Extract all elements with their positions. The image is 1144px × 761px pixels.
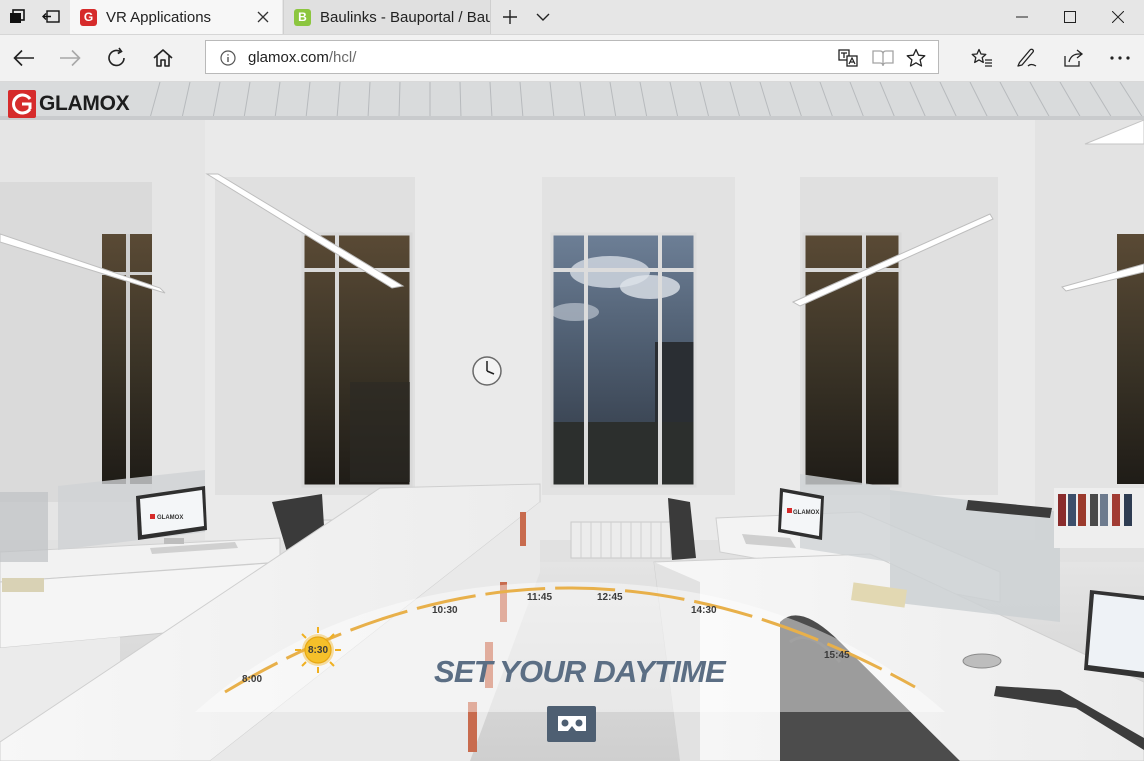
navigation-bar: glamox.com/hcl/ bbox=[0, 35, 1144, 82]
time-option-1430[interactable]: 14:30 bbox=[691, 605, 717, 616]
url-path: /hcl/ bbox=[328, 49, 357, 66]
site-info-icon[interactable] bbox=[220, 50, 236, 71]
back-arrow-icon[interactable] bbox=[2, 35, 46, 81]
vr-headset-icon bbox=[557, 716, 586, 731]
time-option-0800[interactable]: 8:00 bbox=[242, 674, 262, 685]
tab-title: VR Applications bbox=[106, 8, 212, 26]
reading-view-icon[interactable] bbox=[872, 49, 894, 72]
favorites-hub-icon[interactable] bbox=[960, 35, 1004, 81]
address-bar[interactable]: glamox.com/hcl/ bbox=[205, 40, 939, 74]
right-monitor-brand: GLAMOX bbox=[793, 510, 819, 516]
time-option-1145[interactable]: 11:45 bbox=[527, 592, 552, 603]
refresh-icon[interactable] bbox=[95, 35, 139, 81]
favorite-star-icon[interactable] bbox=[906, 48, 926, 73]
tab-manager-icon[interactable] bbox=[0, 0, 34, 34]
time-option-1030[interactable]: 10:30 bbox=[432, 605, 458, 616]
new-tab-icon[interactable] bbox=[493, 0, 527, 34]
maximize-icon[interactable] bbox=[1046, 0, 1094, 34]
minimize-icon[interactable] bbox=[998, 0, 1046, 34]
web-note-pen-icon[interactable] bbox=[1005, 35, 1049, 81]
translate-icon[interactable] bbox=[838, 49, 858, 72]
forward-arrow-icon[interactable] bbox=[48, 35, 92, 81]
tab-vr-applications[interactable]: G VR Applications bbox=[70, 0, 282, 34]
set-daytime-title: SET YOUR DAYTIME bbox=[434, 654, 726, 689]
share-icon[interactable] bbox=[1051, 35, 1095, 81]
url-domain: glamox.com bbox=[248, 49, 329, 66]
more-options-icon[interactable] bbox=[1098, 35, 1142, 81]
vr-office-scene[interactable]: GLAMOX GLAMOX GLAMOX 8:00 8:30 10:30 11:… bbox=[0, 82, 1144, 761]
time-option-1245[interactable]: 12:45 bbox=[597, 592, 623, 603]
baulinks-favicon-icon: B bbox=[294, 8, 311, 26]
glamox-logo-text: GLAMOX bbox=[39, 92, 130, 115]
set-tabs-aside-icon[interactable] bbox=[34, 0, 68, 34]
time-option-1545[interactable]: 15:45 bbox=[824, 650, 850, 661]
wall-clock-icon bbox=[472, 356, 502, 386]
tab-title: Baulinks - Bauportal / Baum bbox=[320, 8, 490, 26]
tab-baulinks[interactable]: B Baulinks - Bauportal / Baum bbox=[283, 0, 491, 34]
left-monitor-brand: GLAMOX bbox=[157, 515, 183, 521]
home-icon[interactable] bbox=[141, 35, 185, 81]
glamox-logo-mark-icon bbox=[8, 90, 36, 118]
glamox-logo[interactable]: GLAMOX bbox=[8, 89, 130, 119]
glamox-favicon-icon: G bbox=[80, 8, 97, 26]
vr-headset-button[interactable] bbox=[547, 706, 596, 742]
close-window-icon[interactable] bbox=[1094, 0, 1142, 34]
close-tab-icon[interactable] bbox=[250, 4, 276, 30]
tab-bar: G VR Applications B Baulinks - Bauportal… bbox=[0, 0, 1144, 35]
url-text[interactable]: glamox.com/hcl/ bbox=[248, 49, 356, 66]
time-option-0830-selected[interactable]: 8:30 bbox=[308, 645, 328, 656]
tab-preview-chevron-icon[interactable] bbox=[526, 0, 560, 34]
